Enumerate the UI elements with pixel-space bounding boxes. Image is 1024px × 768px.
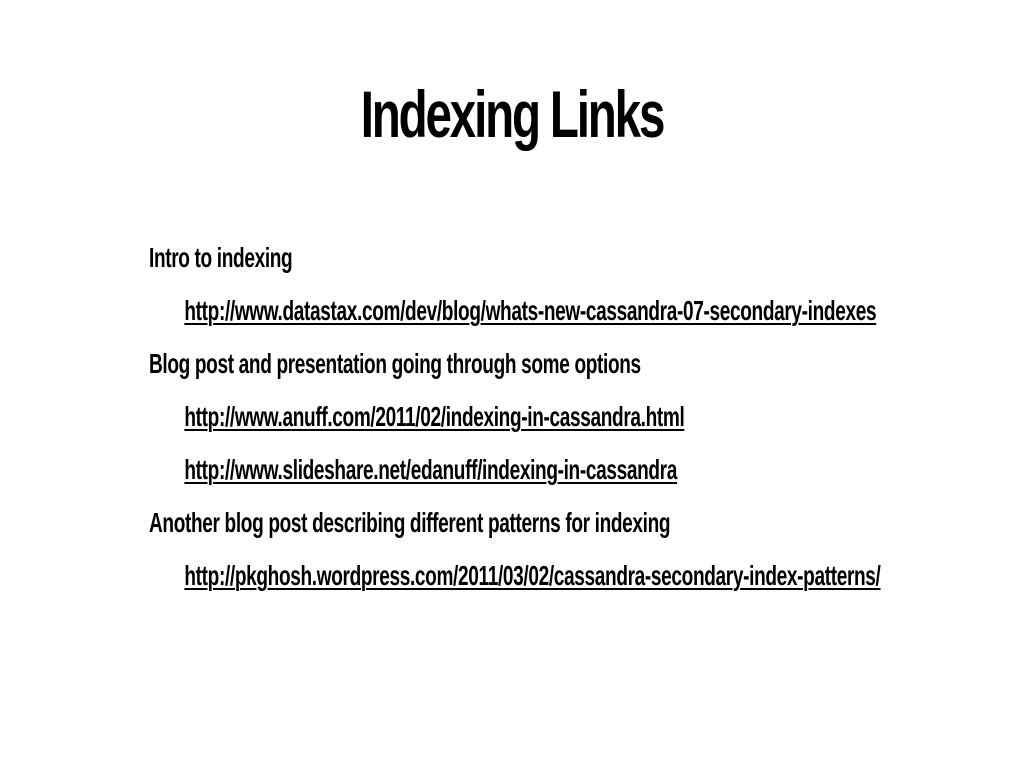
- section-heading-options: Blog post and presentation going through…: [149, 348, 641, 379]
- link-item: http://www.datastax.com/dev/blog/whats-n…: [149, 289, 876, 342]
- anuff-link[interactable]: http://www.anuff.com/2011/02/indexing-in…: [184, 401, 684, 432]
- slide-content: Intro to indexing http://www.datastax.co…: [149, 236, 989, 607]
- slide-title: Indexing Links: [360, 77, 666, 151]
- link-item: http://pkghosh.wordpress.com/2011/03/02/…: [149, 554, 880, 607]
- link-item: http://www.anuff.com/2011/02/indexing-in…: [149, 395, 720, 448]
- section-heading-intro: Intro to indexing: [149, 242, 293, 273]
- slideshare-link[interactable]: http://www.slideshare.net/edanuff/indexi…: [184, 454, 677, 485]
- link-item: http://www.slideshare.net/edanuff/indexi…: [149, 448, 720, 501]
- section-heading-patterns: Another blog post describing different p…: [149, 507, 671, 538]
- pkghosh-link[interactable]: http://pkghosh.wordpress.com/2011/03/02/…: [184, 560, 880, 591]
- datastax-link[interactable]: http://www.datastax.com/dev/blog/whats-n…: [184, 295, 876, 326]
- slide: Indexing Links Intro to indexing http://…: [0, 0, 1024, 768]
